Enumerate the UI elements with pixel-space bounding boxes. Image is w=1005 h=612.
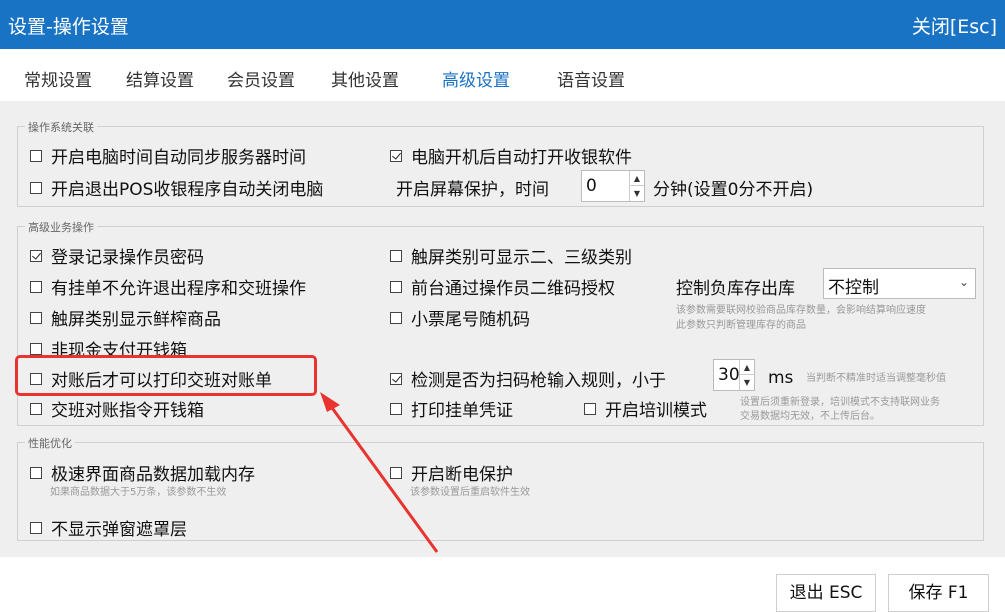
stock-control-hint-2: 此参数只判断管理库存的商品 (676, 320, 806, 331)
chevron-down-icon: ⌄ (958, 275, 969, 289)
scan-rule-option[interactable]: 检测是否为扫码枪输入规则，小于 (390, 366, 666, 391)
training-mode-hint-2: 交易数据均无效，不上传后台。 (740, 411, 880, 422)
spinner-up-icon[interactable]: ▲ (630, 171, 644, 186)
noncash-drawer-option[interactable]: 非现金支付开钱箱 (30, 336, 187, 361)
qr-auth-option[interactable]: 前台通过操作员二维码授权 (390, 274, 615, 299)
sync-time-checkbox[interactable] (30, 149, 42, 162)
training-mode-checkbox[interactable] (584, 402, 596, 415)
biz-group-legend: 高级业务操作 (25, 219, 97, 235)
ticket-random-option[interactable]: 小票尾号随机码 (390, 305, 530, 330)
stock-control-select[interactable]: 不控制 ⌄ (823, 268, 976, 299)
ticket-random-label: 小票尾号随机码 (411, 310, 530, 330)
tab-checkout[interactable]: 结算设置 (126, 66, 194, 91)
scan-ms-unit: ms (768, 368, 794, 388)
hang-no-exit-checkbox[interactable] (30, 280, 42, 293)
scan-rule-checkbox[interactable] (390, 372, 402, 385)
perf-group-legend: 性能优化 (25, 435, 75, 451)
scan-spinner-arrows: ▲ ▼ (739, 360, 754, 390)
power-protect-option[interactable]: 开启断电保护 (390, 460, 513, 485)
title-bar: 设置-操作设置 关闭[Esc] (0, 0, 1005, 49)
power-protect-checkbox[interactable] (390, 466, 402, 479)
hide-mask-label: 不显示弹窗遮罩层 (51, 520, 187, 540)
power-protect-label: 开启断电保护 (411, 465, 513, 485)
auto-shutdown-checkbox[interactable] (30, 181, 42, 194)
auto-launch-label: 电脑开机后自动打开收银软件 (411, 148, 632, 168)
training-mode-label: 开启培训模式 (605, 401, 707, 421)
noncash-drawer-label: 非现金支付开钱箱 (51, 341, 187, 361)
tab-voice[interactable]: 语音设置 (557, 66, 625, 91)
tab-bar: 常规设置 结算设置 会员设置 其他设置 高级设置 语音设置 (0, 49, 1005, 101)
auto-launch-option[interactable]: 电脑开机后自动打开收银软件 (390, 143, 632, 168)
ticket-random-checkbox[interactable] (390, 311, 402, 324)
hang-no-exit-label: 有挂单不允许退出程序和交班操作 (51, 279, 306, 299)
os-group-legend: 操作系统关联 (25, 119, 97, 135)
hang-no-exit-option[interactable]: 有挂单不允许退出程序和交班操作 (30, 274, 306, 299)
stock-control-hint-1: 该参数需要联网校验商品库存数量，会影响结算响应速度 (676, 305, 926, 316)
tab-advanced[interactable]: 高级设置 (442, 66, 510, 91)
tab-member[interactable]: 会员设置 (227, 66, 295, 91)
login-password-label: 登录记录操作员密码 (51, 248, 204, 268)
spinner-down-icon[interactable]: ▼ (630, 186, 644, 201)
window-title: 设置-操作设置 (8, 16, 129, 38)
stock-control-value: 不控制 (828, 278, 879, 298)
sync-time-label: 开启电脑时间自动同步服务器时间 (51, 148, 306, 168)
touch-category-option[interactable]: 触屏类别可显示二、三级类别 (390, 243, 632, 268)
print-hang-checkbox[interactable] (390, 402, 402, 415)
print-hang-label: 打印挂单凭证 (411, 401, 513, 421)
fast-load-hint: 如果商品数据大于5万条，该参数不生效 (50, 487, 227, 498)
training-mode-hint-1: 设置后须重新登录，培训模式不支持联网业务 (740, 397, 940, 408)
tab-other[interactable]: 其他设置 (331, 66, 399, 91)
login-password-checkbox[interactable] (30, 249, 42, 262)
auto-launch-checkbox[interactable] (390, 149, 402, 162)
print-after-reconcile-label: 对账后才可以打印交班对账单 (51, 371, 272, 391)
print-hang-option[interactable]: 打印挂单凭证 (390, 396, 513, 421)
fast-load-checkbox[interactable] (30, 466, 42, 479)
tab-general[interactable]: 常规设置 (24, 66, 92, 91)
print-after-reconcile-option[interactable]: 对账后才可以打印交班对账单 (30, 366, 272, 391)
screensaver-label: 开启屏幕保护，时间 (396, 180, 549, 200)
exit-button[interactable]: 退出 ESC (776, 574, 876, 612)
stock-control-label: 控制负库存出库 (676, 279, 795, 299)
auto-shutdown-label: 开启退出POS收银程序自动关闭电脑 (51, 180, 324, 200)
noncash-drawer-checkbox[interactable] (30, 342, 42, 355)
touch-category-label: 触屏类别可显示二、三级类别 (411, 248, 632, 268)
power-protect-hint: 该参数设置后重启软件生效 (410, 487, 530, 498)
scan-spinner-up-icon[interactable]: ▲ (740, 360, 754, 375)
spinner-arrows: ▲ ▼ (629, 171, 644, 201)
touch-fresh-option[interactable]: 触屏类别显示鲜榨商品 (30, 305, 221, 330)
qr-auth-label: 前台通过操作员二维码授权 (411, 279, 615, 299)
qr-auth-checkbox[interactable] (390, 280, 402, 293)
touch-fresh-checkbox[interactable] (30, 311, 42, 324)
reconcile-drawer-checkbox[interactable] (30, 402, 42, 415)
scan-rule-label: 检测是否为扫码枪输入规则，小于 (411, 371, 666, 391)
scan-rule-hint: 当判断不精准时适当调整毫秒值 (806, 373, 946, 384)
screensaver-minutes-value[interactable]: 0 (586, 176, 597, 196)
close-button[interactable]: 关闭[Esc] (912, 12, 997, 39)
auto-shutdown-option[interactable]: 开启退出POS收银程序自动关闭电脑 (30, 175, 323, 200)
sync-time-option[interactable]: 开启电脑时间自动同步服务器时间 (30, 143, 306, 168)
reconcile-drawer-label: 交班对账指令开钱箱 (51, 401, 204, 421)
reconcile-drawer-option[interactable]: 交班对账指令开钱箱 (30, 396, 204, 421)
training-mode-option[interactable]: 开启培训模式 (584, 396, 707, 421)
screensaver-suffix: 分钟(设置0分不开启) (653, 180, 814, 200)
scan-ms-spinner[interactable]: 30 ▲ ▼ (713, 359, 755, 391)
hide-mask-checkbox[interactable] (30, 521, 42, 534)
scan-spinner-down-icon[interactable]: ▼ (740, 375, 754, 390)
print-after-reconcile-checkbox[interactable] (30, 372, 42, 385)
screensaver-minutes-spinner[interactable]: 0 ▲ ▼ (581, 170, 645, 202)
hide-mask-option[interactable]: 不显示弹窗遮罩层 (30, 515, 187, 540)
save-button[interactable]: 保存 F1 (888, 574, 989, 612)
touch-category-checkbox[interactable] (390, 249, 402, 262)
fast-load-label: 极速界面商品数据加载内存 (51, 465, 255, 485)
scan-ms-value[interactable]: 30 (718, 365, 740, 385)
login-password-option[interactable]: 登录记录操作员密码 (30, 243, 204, 268)
fast-load-option[interactable]: 极速界面商品数据加载内存 (30, 460, 255, 485)
touch-fresh-label: 触屏类别显示鲜榨商品 (51, 310, 221, 330)
